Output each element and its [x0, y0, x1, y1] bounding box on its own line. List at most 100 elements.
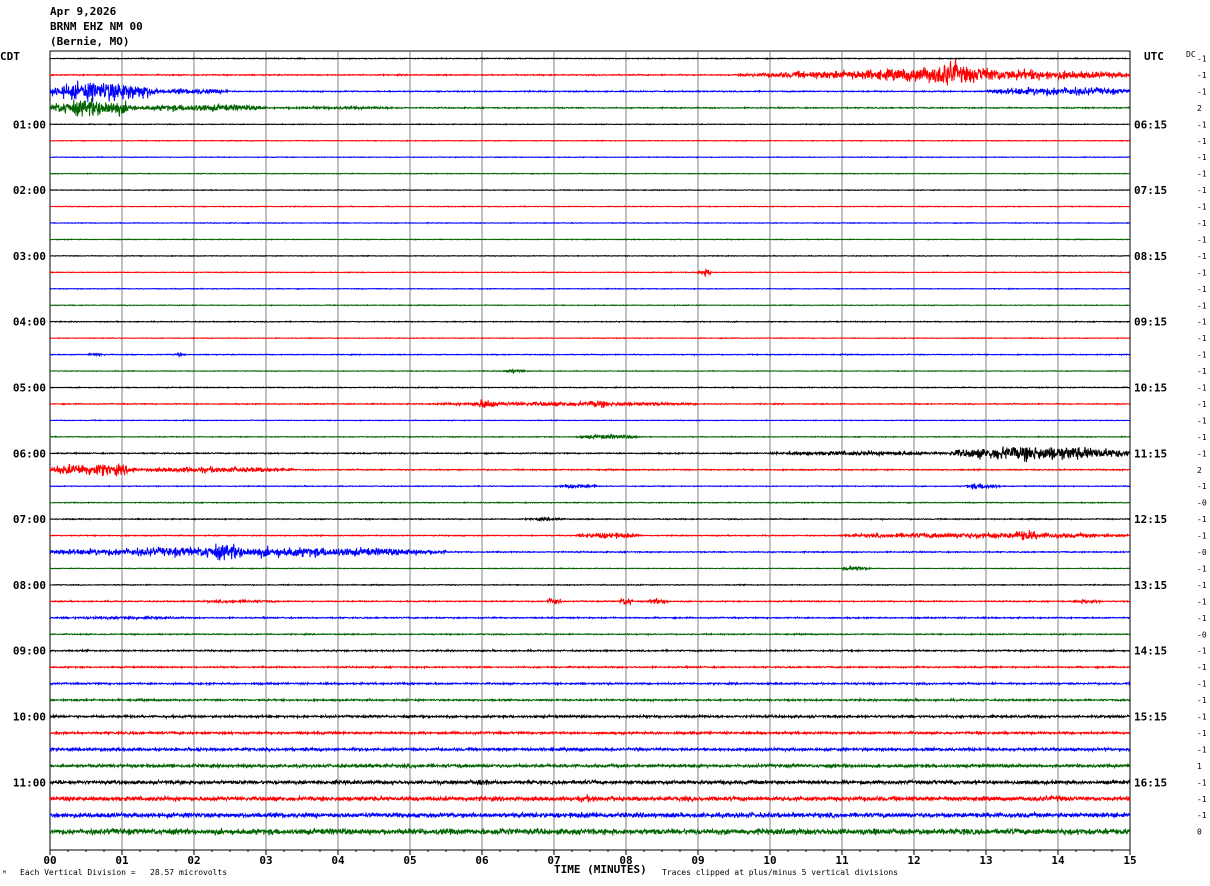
seismic-trace: [49, 351, 1130, 359]
seismic-trace: [49, 336, 1130, 340]
seismic-trace: [49, 446, 1131, 462]
seismic-trace: [49, 529, 1131, 541]
seismic-trace: [49, 433, 1130, 441]
seismic-trace: [49, 827, 1131, 836]
dc-offset-label: -1: [1197, 647, 1207, 656]
dc-offset-label: -1: [1197, 614, 1207, 623]
dc-offset-label: -1: [1197, 745, 1207, 754]
seismic-trace: [49, 287, 1131, 291]
seismic-trace: [49, 221, 1131, 225]
seismic-trace: [49, 729, 1130, 737]
left-hour-label: 02:00: [13, 184, 46, 197]
seismic-trace: [49, 632, 1130, 637]
seismic-trace: [49, 463, 1130, 477]
x-tick-label: 12: [907, 854, 920, 867]
dc-offset-label: -0: [1197, 548, 1207, 557]
right-hour-label: 09:15: [1134, 316, 1167, 329]
seismic-trace: [49, 303, 1130, 307]
seismic-trace: [49, 697, 1131, 704]
seismic-trace: [49, 98, 1130, 117]
right-hour-label: 06:15: [1134, 118, 1167, 131]
x-tick-label: 03: [259, 854, 272, 867]
right-hour-label: 14:15: [1134, 645, 1167, 658]
x-tick-label: 15: [1123, 854, 1136, 867]
x-tick-label: 04: [331, 854, 345, 867]
dc-offset-label: -1: [1197, 515, 1207, 524]
seismic-trace: [49, 501, 1131, 505]
seismic-trace: [49, 664, 1131, 670]
left-hour-label: 05:00: [13, 382, 46, 395]
seismic-trace: [49, 648, 1131, 654]
helicorder-plot: 00 01 02 03 04 05 06 07 08 09 10 11 12 13 14 15-1-1-12-…: [13, 50, 1207, 868]
seismic-trace: [49, 238, 1130, 242]
dc-offset-label: -1: [1197, 120, 1207, 129]
seismic-trace: [49, 583, 1131, 587]
x-tick-label: 05: [403, 854, 416, 867]
seismic-trace: [49, 139, 1130, 143]
x-tick-label: 10: [763, 854, 776, 867]
label-layer: 00 01 02 03 04 05 06 07 08 09 10 11 12 13 14 15-1-1-12-…: [13, 55, 1207, 868]
right-hour-label: 10:15: [1134, 382, 1167, 395]
seismic-trace: [49, 810, 1131, 820]
seismic-trace: [49, 745, 1131, 754]
dc-offset-label: -1: [1197, 285, 1207, 294]
left-hour-label: 10:00: [13, 711, 46, 724]
dc-offset-label: -1: [1197, 351, 1207, 360]
dc-offset-label: -1: [1197, 137, 1207, 146]
dc-offset-label: 1: [1197, 762, 1202, 771]
seismic-trace: [49, 778, 1131, 787]
right-hour-label: 12:15: [1134, 513, 1167, 526]
x-tick-label: 00: [43, 854, 56, 867]
seismic-trace: [49, 268, 1130, 277]
right-hour-label: 08:15: [1134, 250, 1167, 263]
seismic-trace: [49, 205, 1130, 208]
left-hour-label: 01:00: [13, 118, 46, 131]
dc-offset-label: -1: [1197, 680, 1207, 689]
left-hour-label: 07:00: [13, 513, 46, 526]
seismic-trace: [49, 56, 1130, 61]
seismic-trace: [49, 794, 1131, 804]
dc-offset-label: -1: [1197, 252, 1207, 261]
right-hour-label: 15:15: [1134, 711, 1167, 724]
x-tick-label: 06: [475, 854, 489, 867]
dc-offset-label: -1: [1197, 334, 1207, 343]
left-hour-label: 04:00: [13, 316, 46, 329]
seismic-trace: [49, 368, 1130, 375]
seismic-trace: [49, 254, 1131, 258]
dc-offset-label: -1: [1197, 55, 1207, 64]
seismic-trace: [49, 543, 1130, 561]
dc-offset-label: -1: [1197, 564, 1207, 573]
left-hour-label: 11:00: [13, 776, 46, 789]
dc-offset-label: -1: [1197, 581, 1207, 590]
dc-offset-label: -1: [1197, 301, 1207, 310]
dc-offset-label: -1: [1197, 87, 1207, 96]
dc-offset-label: -1: [1197, 153, 1207, 162]
dc-offset-label: -1: [1197, 268, 1207, 277]
dc-offset-label: -1: [1197, 318, 1207, 327]
dc-offset-label: -1: [1197, 433, 1207, 442]
dc-offset-label: -1: [1197, 663, 1207, 672]
seismic-trace: [49, 399, 1130, 409]
dc-offset-label: 2: [1197, 104, 1202, 113]
dc-offset-label: -1: [1197, 367, 1207, 376]
dc-offset-label: -0: [1197, 630, 1207, 639]
left-hour-label: 08:00: [13, 579, 46, 592]
trace-layer: [49, 56, 1131, 836]
seismic-trace: [49, 80, 1131, 103]
x-tick-label: 14: [1051, 854, 1065, 867]
dc-offset-label: -1: [1197, 795, 1207, 804]
dc-offset-label: -1: [1197, 186, 1207, 195]
seismic-trace: [49, 58, 1131, 86]
dc-offset-label: -1: [1197, 597, 1207, 606]
dc-offset-label: -1: [1197, 219, 1207, 228]
dc-offset-label: -1: [1197, 778, 1207, 787]
right-hour-label: 11:15: [1134, 447, 1167, 460]
x-tick-label: 11: [835, 854, 849, 867]
x-tick-label: 13: [979, 854, 992, 867]
dc-offset-label: -1: [1197, 170, 1207, 179]
seismic-trace: [49, 713, 1131, 720]
right-hour-label: 16:15: [1134, 776, 1167, 789]
vertical-division-note: Each Vertical Division = 28.57 microvolt…: [20, 868, 228, 877]
seismic-trace: [49, 320, 1131, 324]
dc-offset-label: 0: [1197, 828, 1202, 837]
